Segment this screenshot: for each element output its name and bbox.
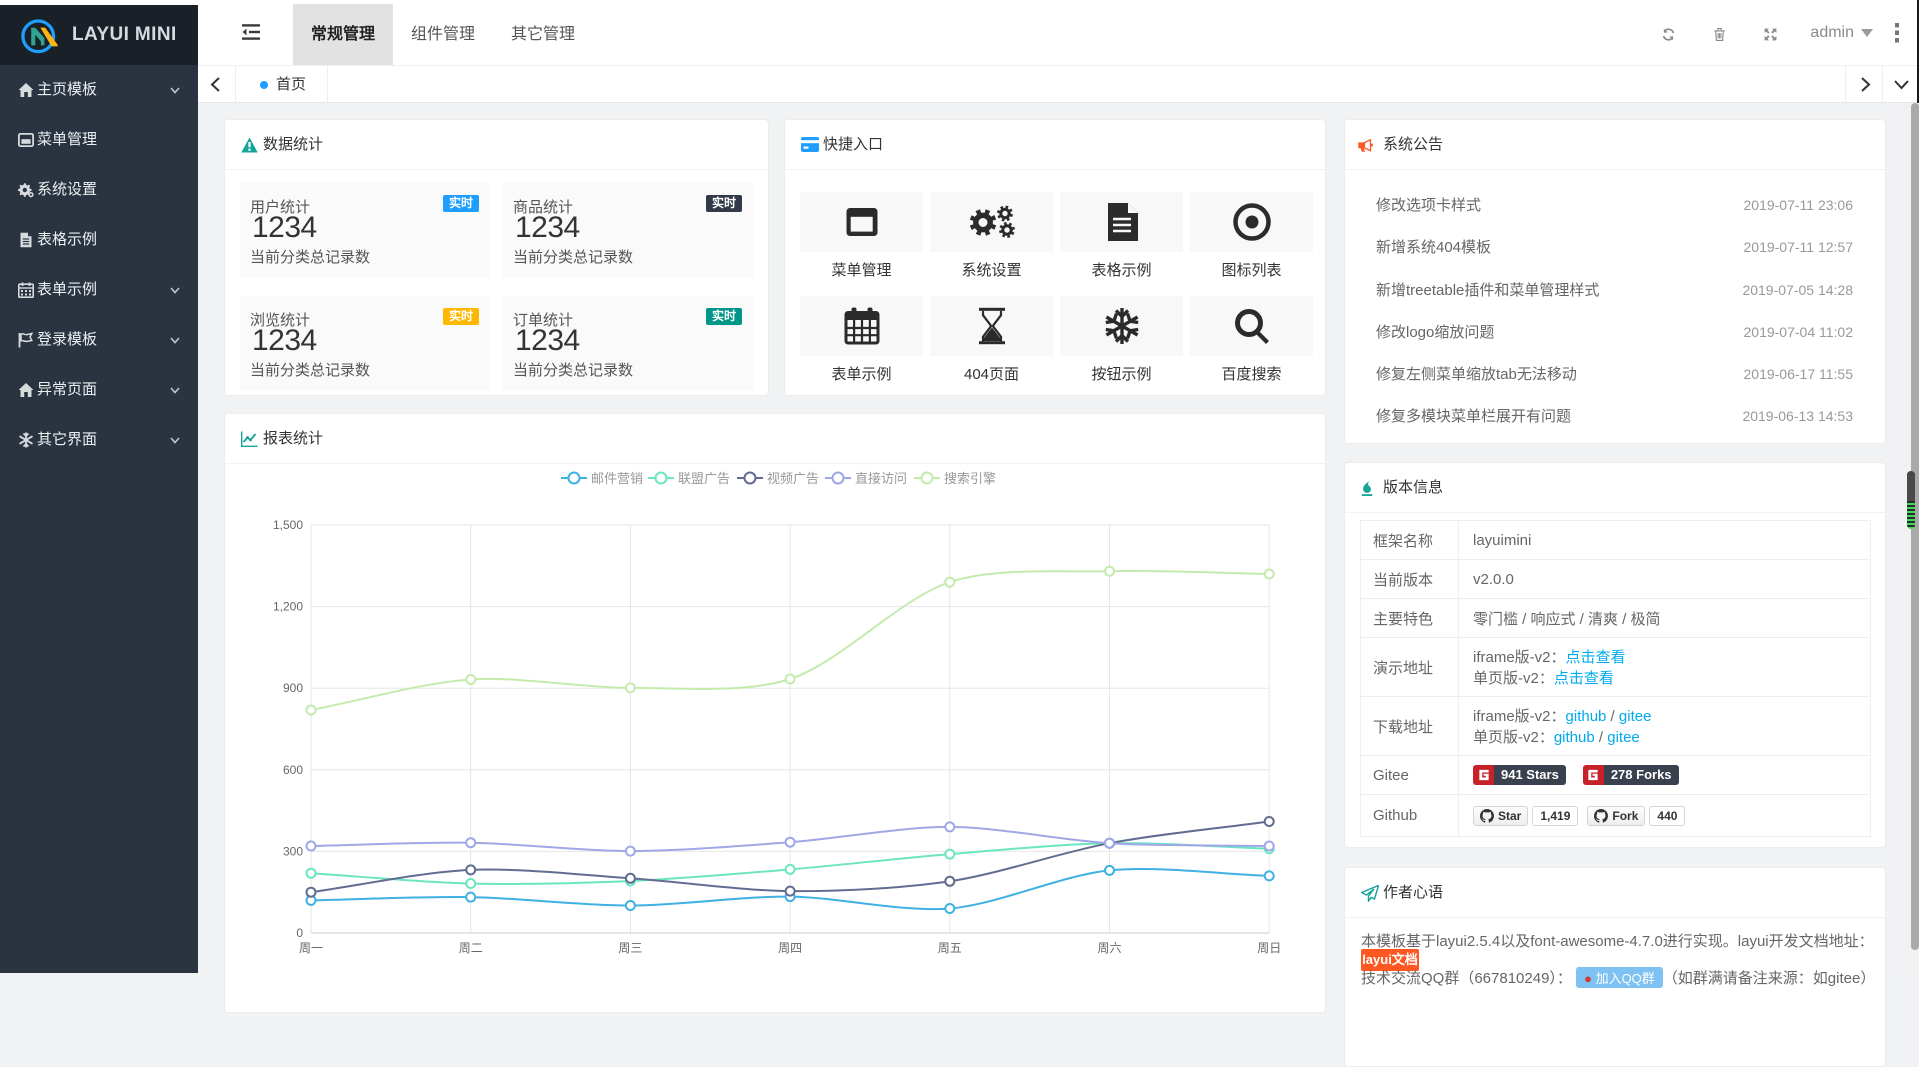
svg-text:0: 0 (296, 926, 303, 940)
svg-text:周日: 周日 (1257, 941, 1281, 955)
svg-text:1,200: 1,200 (273, 600, 303, 614)
svg-text:1,500: 1,500 (273, 518, 303, 532)
svg-text:300: 300 (283, 844, 303, 858)
svg-text:周五: 周五 (938, 941, 962, 955)
svg-text:周二: 周二 (459, 941, 483, 955)
svg-text:周四: 周四 (778, 941, 802, 955)
svg-text:视频广告: 视频广告 (767, 471, 819, 486)
svg-text:周三: 周三 (618, 941, 642, 955)
svg-text:周一: 周一 (299, 941, 323, 955)
svg-text:直接访问: 直接访问 (855, 471, 907, 486)
svg-text:周六: 周六 (1097, 941, 1121, 955)
svg-text:邮件营销: 邮件营销 (591, 471, 643, 486)
svg-text:搜索引擎: 搜索引擎 (944, 471, 996, 486)
svg-text:600: 600 (283, 763, 303, 777)
svg-text:联盟广告: 联盟广告 (678, 471, 730, 486)
svg-text:900: 900 (283, 681, 303, 695)
